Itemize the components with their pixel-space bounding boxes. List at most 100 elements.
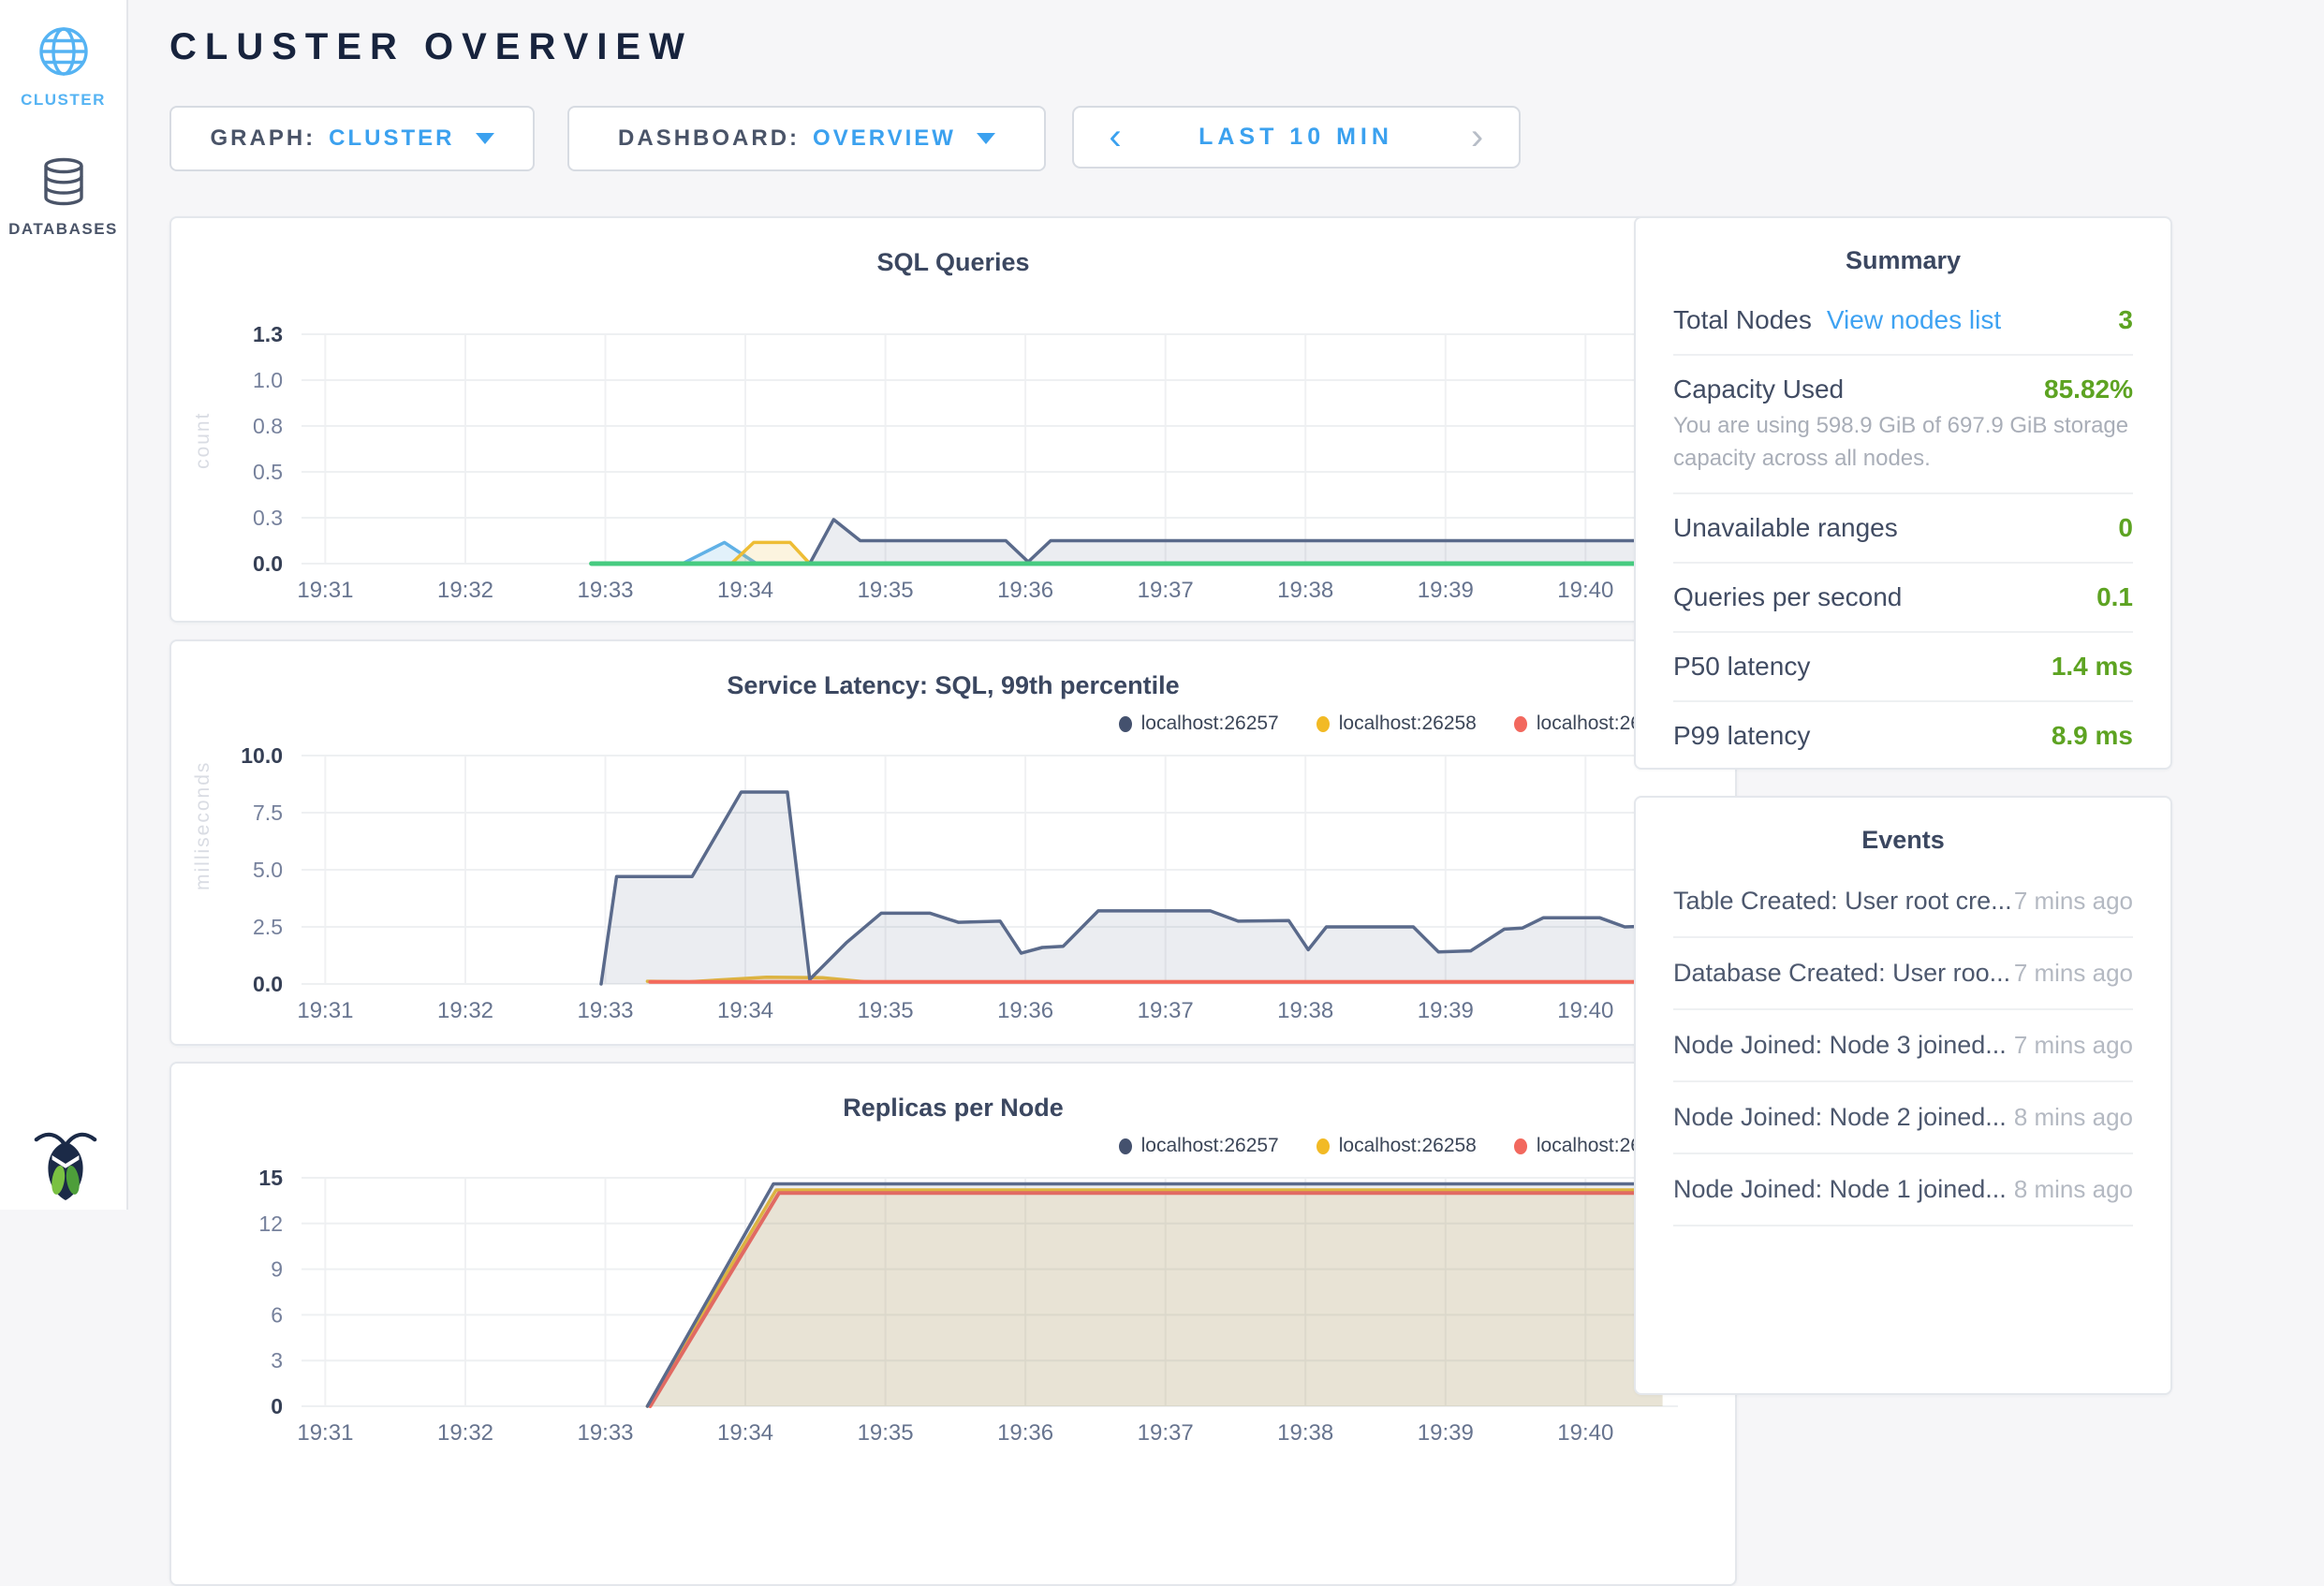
events-title: Events <box>1636 798 2170 866</box>
svg-text:19:36: 19:36 <box>997 1420 1053 1446</box>
chevron-down-icon <box>977 133 995 144</box>
event-row: Database Created: User roo... 7 mins ago <box>1673 936 2133 1008</box>
summary-label: Unavailable ranges <box>1673 513 1898 543</box>
summary-value: 0 <box>2118 513 2133 543</box>
svg-text:0: 0 <box>271 1394 283 1418</box>
event-row: Table Created: User root cre... 7 mins a… <box>1673 866 2133 936</box>
summary-row-p50-latency: P50 latency 1.4 ms <box>1673 631 2133 700</box>
globe-icon <box>38 26 89 77</box>
svg-text:19:32: 19:32 <box>437 998 493 1023</box>
database-icon <box>39 157 88 206</box>
summary-label: P99 latency <box>1673 721 1810 751</box>
time-prev-button[interactable]: ‹ <box>1074 108 1156 167</box>
summary-value: 1.4 ms <box>2052 652 2133 682</box>
svg-text:19:39: 19:39 <box>1418 998 1474 1023</box>
svg-text:5.0: 5.0 <box>253 858 283 882</box>
service-latency-plot: 0.02.55.07.510.019:3119:3219:3319:3419:3… <box>171 641 1735 1049</box>
event-time: 7 mins ago <box>2014 887 2133 916</box>
chevron-down-icon <box>476 133 494 144</box>
svg-text:19:31: 19:31 <box>297 1420 353 1446</box>
event-time: 8 mins ago <box>2014 1103 2133 1132</box>
event-text: Database Created: User roo... <box>1673 959 2010 988</box>
svg-text:12: 12 <box>258 1212 283 1236</box>
event-text: Table Created: User root cre... <box>1673 887 2012 916</box>
summary-value: 0.1 <box>2096 582 2133 612</box>
svg-text:19:37: 19:37 <box>1138 998 1194 1023</box>
svg-text:19:40: 19:40 <box>1557 578 1613 603</box>
svg-text:2.5: 2.5 <box>253 915 283 939</box>
dashboard-dropdown-label: DASHBOARD: <box>618 125 800 152</box>
summary-value: 85.82% <box>2044 374 2133 404</box>
view-nodes-list-link[interactable]: View nodes list <box>1827 305 2001 335</box>
svg-text:19:35: 19:35 <box>858 998 914 1023</box>
svg-text:19:38: 19:38 <box>1277 998 1333 1023</box>
summary-label: Total Nodes <box>1673 305 1812 335</box>
summary-label: Queries per second <box>1673 582 1902 612</box>
svg-text:0.0: 0.0 <box>253 972 283 996</box>
svg-text:19:36: 19:36 <box>997 998 1053 1023</box>
graph-dropdown-value: CLUSTER <box>329 125 454 152</box>
page-title: CLUSTER OVERVIEW <box>169 26 693 68</box>
event-time: 8 mins ago <box>2014 1175 2133 1204</box>
svg-text:19:39: 19:39 <box>1418 578 1474 603</box>
event-time: 7 mins ago <box>2014 1031 2133 1060</box>
replicas-per-node-chart-card: Replicas per Node ! localhost:26257local… <box>169 1062 1737 1586</box>
svg-text:0.0: 0.0 <box>253 551 283 576</box>
svg-text:19:31: 19:31 <box>297 578 353 603</box>
svg-text:19:35: 19:35 <box>858 1420 914 1446</box>
svg-text:19:35: 19:35 <box>858 578 914 603</box>
event-row: Node Joined: Node 1 joined... 8 mins ago <box>1673 1153 2133 1225</box>
svg-text:19:36: 19:36 <box>997 578 1053 603</box>
svg-text:1.3: 1.3 <box>253 322 283 346</box>
summary-value: 3 <box>2118 305 2133 335</box>
svg-text:19:34: 19:34 <box>717 1420 773 1446</box>
svg-text:19:39: 19:39 <box>1418 1420 1474 1446</box>
sidebar-item-databases[interactable]: DATABASES <box>0 157 126 239</box>
svg-text:19:32: 19:32 <box>437 578 493 603</box>
summary-row-queries-per-second: Queries per second 0.1 <box>1673 562 2133 631</box>
dashboard-dropdown[interactable]: DASHBOARD: OVERVIEW <box>567 106 1046 171</box>
svg-text:19:37: 19:37 <box>1138 578 1194 603</box>
svg-text:19:40: 19:40 <box>1557 998 1613 1023</box>
svg-text:0.8: 0.8 <box>253 414 283 438</box>
svg-text:19:31: 19:31 <box>297 998 353 1023</box>
svg-text:19:33: 19:33 <box>577 998 633 1023</box>
svg-text:1.0: 1.0 <box>253 368 283 392</box>
time-range-button[interactable]: LAST 10 MIN <box>1156 108 1435 167</box>
graph-dropdown[interactable]: GRAPH: CLUSTER <box>169 106 535 171</box>
cluster-overview-page: CLUSTER DATABASES <box>0 0 2324 1210</box>
svg-text:19:34: 19:34 <box>717 998 773 1023</box>
sidebar: CLUSTER DATABASES <box>0 0 128 1210</box>
summary-label: P50 latency <box>1673 652 1810 682</box>
time-range-selector: ‹ LAST 10 MIN › <box>1072 106 1521 169</box>
capacity-used-subtext: You are using 598.9 GiB of 697.9 GiB sto… <box>1673 410 2133 492</box>
event-text: Node Joined: Node 3 joined... <box>1673 1031 2007 1060</box>
service-latency-chart-card: Service Latency: SQL, 99th percentile ! … <box>169 639 1737 1046</box>
sidebar-item-label: DATABASES <box>0 220 126 239</box>
svg-text:7.5: 7.5 <box>253 800 283 825</box>
svg-text:19:33: 19:33 <box>577 1420 633 1446</box>
svg-text:19:38: 19:38 <box>1277 1420 1333 1446</box>
event-text: Node Joined: Node 1 joined... <box>1673 1175 2007 1204</box>
svg-text:19:33: 19:33 <box>577 578 633 603</box>
event-row <box>1673 1225 2133 1268</box>
svg-text:19:32: 19:32 <box>437 1420 493 1446</box>
cockroach-logo-icon <box>32 1129 99 1204</box>
dashboard-dropdown-value: OVERVIEW <box>813 125 956 152</box>
event-text: Node Joined: Node 2 joined... <box>1673 1103 2007 1132</box>
events-panel: Events Table Created: User root cre... 7… <box>1634 796 2172 1395</box>
time-next-button[interactable]: › <box>1435 108 1519 167</box>
sidebar-item-cluster[interactable]: CLUSTER <box>0 26 126 110</box>
svg-text:9: 9 <box>271 1257 283 1282</box>
summary-label: Capacity Used <box>1673 374 1844 404</box>
summary-row-unavailable-ranges: Unavailable ranges 0 <box>1673 492 2133 562</box>
event-row: Node Joined: Node 2 joined... 8 mins ago <box>1673 1080 2133 1153</box>
graph-dropdown-label: GRAPH: <box>210 125 316 152</box>
sql-queries-chart-card: SQL Queries ! count 0.00.30.50.81.01.319… <box>169 216 1737 623</box>
svg-text:19:34: 19:34 <box>717 578 773 603</box>
summary-panel: Summary Total Nodes View nodes list 3 Ca… <box>1634 216 2172 770</box>
summary-value: 8.9 ms <box>2052 721 2133 751</box>
replicas-per-node-plot: 0369121519:3119:3219:3319:3419:3519:3619… <box>171 1064 1735 1471</box>
svg-text:19:40: 19:40 <box>1557 1420 1613 1446</box>
event-time: 7 mins ago <box>2014 959 2133 988</box>
